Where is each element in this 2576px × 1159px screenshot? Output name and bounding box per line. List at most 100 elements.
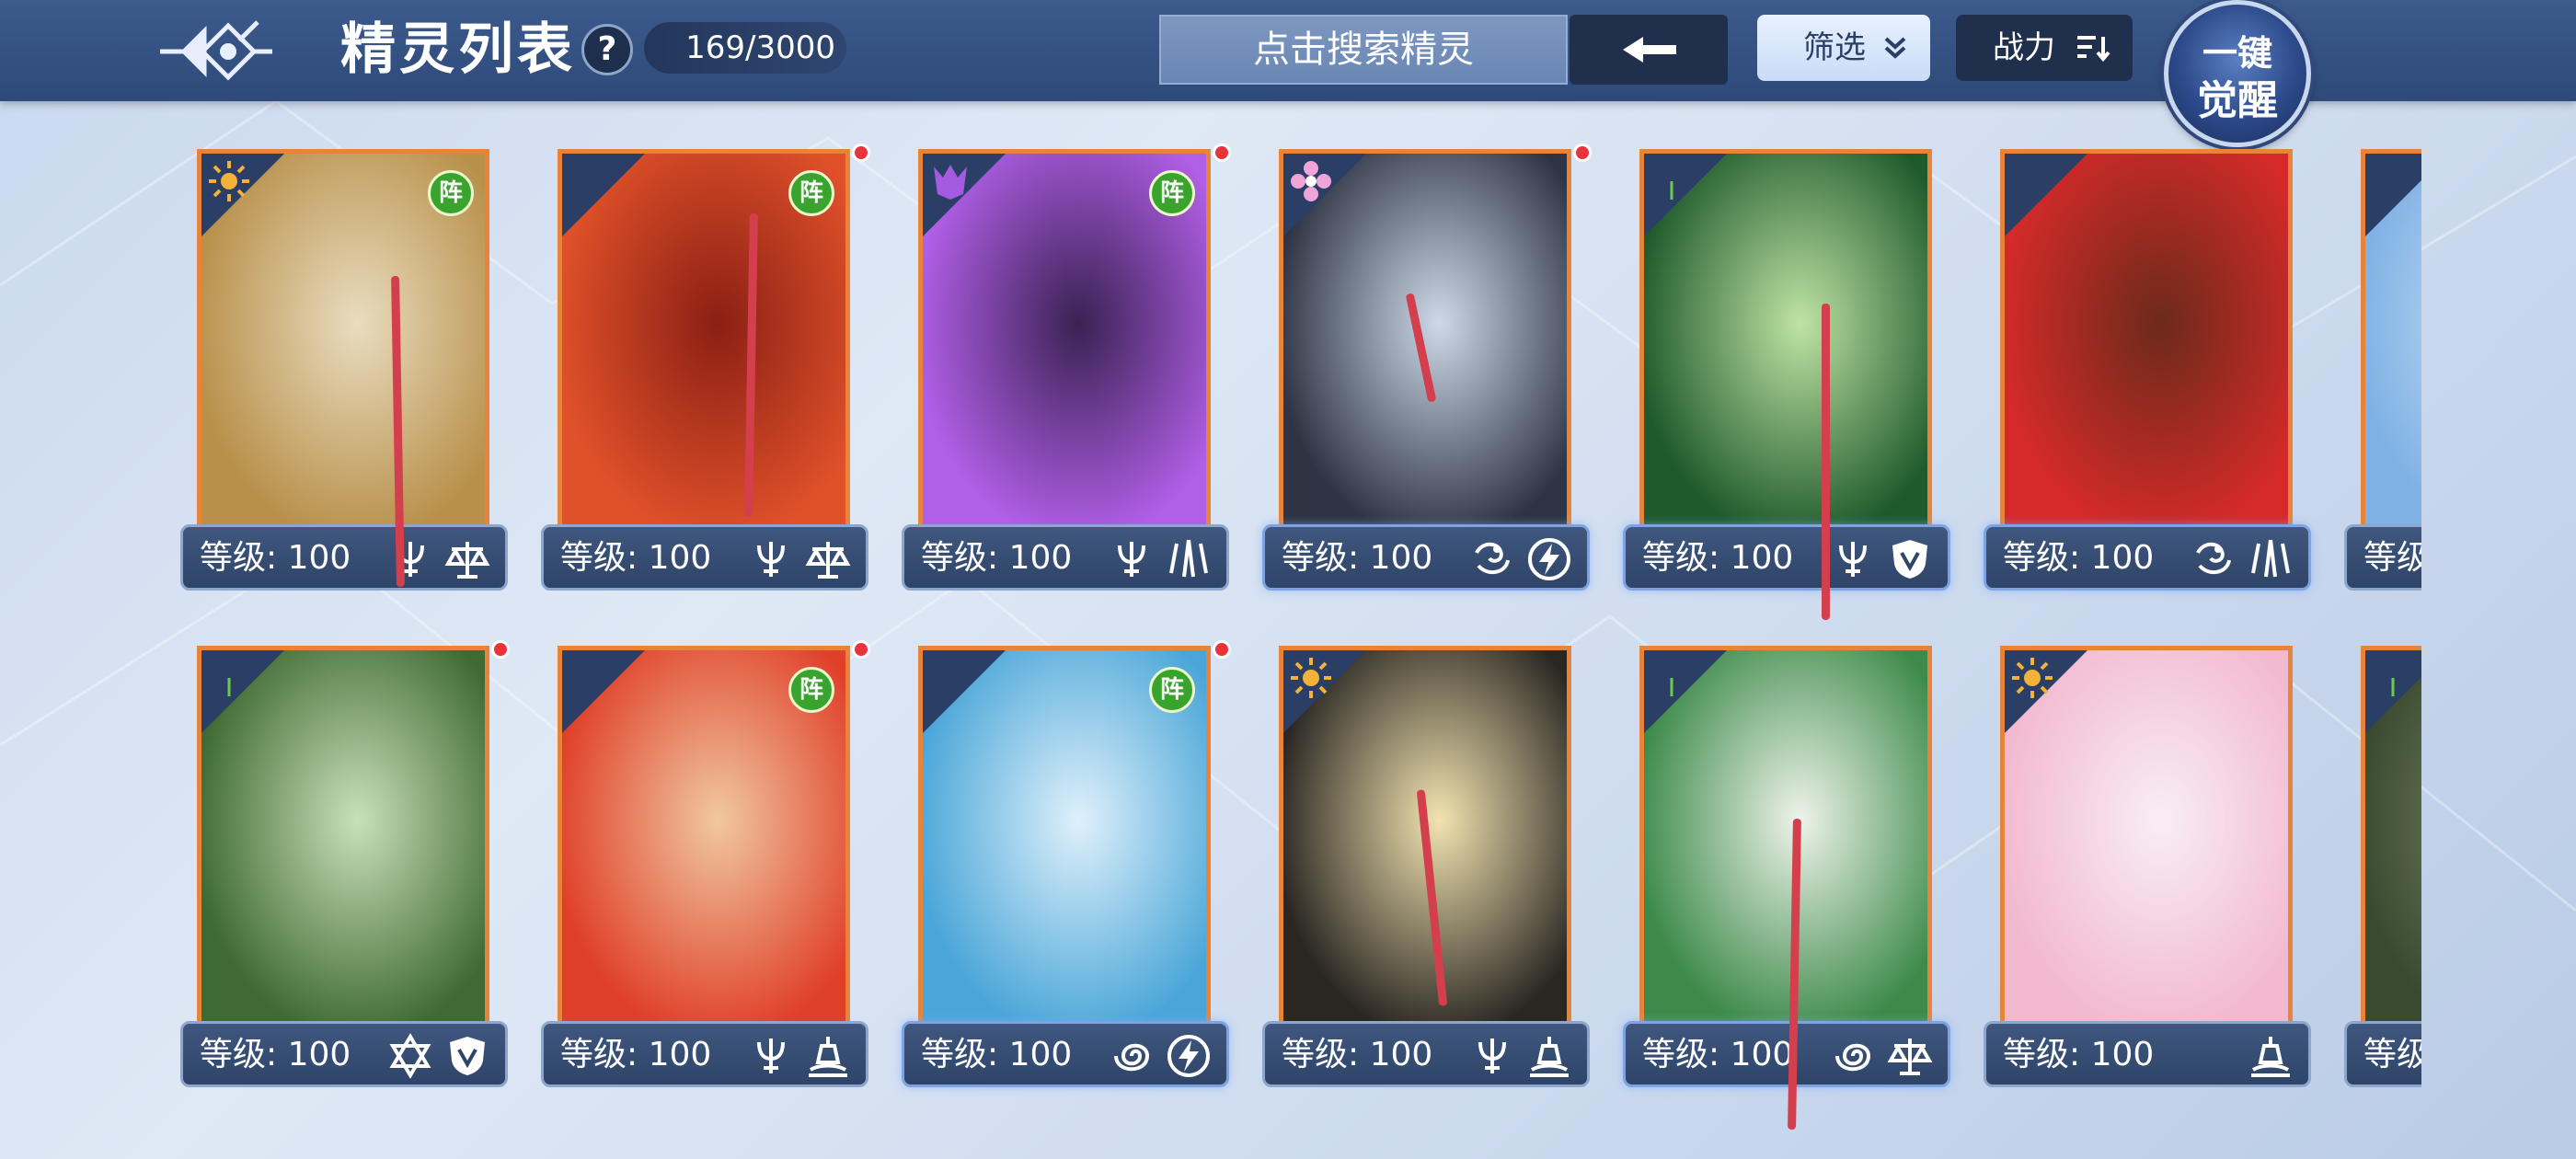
- dragon-icon: [2196, 542, 2231, 575]
- pet-level: 等级: 100: [921, 1036, 1073, 1073]
- sort-power-button[interactable]: 战力: [1956, 15, 2133, 81]
- leaf-icon: [1670, 181, 1673, 200]
- skill-icons: [748, 1033, 851, 1079]
- trident-icon: [397, 542, 424, 577]
- pet-portrait: [2000, 149, 2293, 535]
- search-input[interactable]: 点击搜索精灵: [1159, 15, 1568, 85]
- level-bar: 等级: 100: [1623, 524, 1950, 591]
- level-bar: 等级: 100: [1262, 1021, 1590, 1087]
- skill-icons: [387, 1033, 490, 1079]
- tower-icon: [1530, 1037, 1569, 1077]
- level-bar: 等级: [2344, 1021, 2421, 1087]
- pet-card[interactable]: 阵等级: 100: [902, 640, 1231, 1087]
- back-button[interactable]: [147, 13, 276, 90]
- skill-icons: [1109, 536, 1212, 582]
- light-icon: [1291, 658, 1331, 698]
- pet-level: 等级: 100: [200, 539, 351, 577]
- claw-icon: [1169, 539, 1208, 578]
- formation-badge: 阵: [788, 170, 834, 216]
- formation-badge: 阵: [788, 667, 834, 713]
- shield-icon: [450, 1037, 485, 1075]
- fire-icon: [568, 159, 612, 203]
- pet-portrait: [197, 646, 489, 1032]
- formation-badge: 阵: [1149, 667, 1195, 713]
- level-bar: 等级: 100: [1984, 1021, 2311, 1087]
- formation-badge: 阵: [1149, 170, 1195, 216]
- pet-portrait: 阵: [918, 149, 1211, 535]
- pet-card[interactable]: 阵等级: 100: [180, 149, 508, 591]
- pet-level: 等级: 100: [1642, 1036, 1794, 1073]
- bolt-icon: [1528, 538, 1570, 580]
- water-icon: [928, 656, 972, 700]
- pet-card[interactable]: 阵等级: 100: [541, 143, 870, 591]
- level-bar: 等级: 100: [180, 1021, 508, 1087]
- formation-badge: 阵: [428, 170, 474, 216]
- trident-icon: [1478, 1039, 1506, 1073]
- level-bar: 等级: 100: [180, 524, 508, 591]
- pet-level: 等级: 100: [1282, 1036, 1433, 1073]
- level-bar: 等级: 100: [1623, 1021, 1950, 1087]
- scale-icon: [805, 542, 851, 579]
- pet-card[interactable]: 阵等级: 100: [902, 143, 1231, 591]
- notification-dot: [852, 640, 870, 659]
- pet-level: 等级: 100: [2003, 539, 2155, 577]
- pet-level: 等级: 100: [2003, 1036, 2155, 1073]
- pet-portrait: [2361, 646, 2421, 1032]
- pet-card[interactable]: 等级: 100: [1623, 646, 1950, 1087]
- pet-card[interactable]: 等级: 100: [180, 640, 510, 1087]
- chevron-down-icon: [1884, 37, 1906, 59]
- pet-card[interactable]: 等级: 100: [1984, 149, 2311, 591]
- trident-icon: [1839, 542, 1867, 577]
- dragon-icon: [1475, 542, 1510, 575]
- pet-card[interactable]: 等级: 100: [1623, 149, 1950, 591]
- shield-icon: [1892, 540, 1927, 579]
- light-icon: [2012, 658, 2053, 698]
- pet-portrait: [2000, 646, 2293, 1032]
- skill-icons: [748, 536, 851, 582]
- pet-card[interactable]: 等级: [2344, 646, 2421, 1087]
- bolt-icon: [1167, 1035, 1210, 1077]
- skill-icons: [1109, 1033, 1212, 1079]
- tower-icon: [809, 1037, 847, 1077]
- trident-icon: [757, 1039, 785, 1073]
- leaf-icon: [1670, 678, 1673, 696]
- pet-portrait: 阵: [558, 149, 850, 535]
- pet-card[interactable]: 阵等级: 100: [541, 640, 870, 1087]
- level-bar: 等级: 100: [541, 1021, 868, 1087]
- notification-dot: [491, 640, 510, 659]
- pet-level: 等级: 100: [921, 539, 1073, 577]
- pet-level: 等级: [2363, 1036, 2421, 1073]
- back-icon: [160, 20, 272, 81]
- sort-icon: [2077, 36, 2110, 63]
- pet-portrait: [1639, 646, 1932, 1032]
- pet-portrait: [1639, 149, 1932, 535]
- arrow-left-icon: [1623, 37, 1676, 63]
- awaken-label-line2: 觉醒: [2197, 77, 2278, 124]
- hexagram-icon: [389, 1033, 431, 1079]
- pet-count: 169/3000: [644, 22, 846, 74]
- notification-dot: [852, 143, 870, 162]
- trident-icon: [1118, 542, 1145, 577]
- pet-card[interactable]: 等级: [2344, 149, 2421, 591]
- fire-icon: [2010, 159, 2054, 203]
- swirl-icon: [1835, 1043, 1871, 1072]
- water-icon: [2371, 159, 2415, 203]
- notification-dot: [1213, 640, 1231, 659]
- skill-icons: [1469, 536, 1572, 582]
- scale-icon: [444, 542, 490, 579]
- trident-icon: [757, 542, 785, 577]
- pet-portrait: 阵: [197, 149, 489, 535]
- filter-label: 筛选: [1803, 29, 1866, 66]
- pet-card[interactable]: 等级: 100: [1984, 646, 2311, 1087]
- swirl-icon: [1114, 1043, 1150, 1072]
- sort-label: 战力: [1993, 29, 2055, 66]
- filter-button[interactable]: 筛选: [1757, 15, 1930, 81]
- notification-dot: [1573, 143, 1592, 162]
- pet-portrait: 阵: [558, 646, 850, 1032]
- skill-icons: [1830, 536, 1933, 582]
- top-bar: 精灵列表 ? 169/3000 点击搜索精灵 筛选 战力 一键 觉醒: [0, 0, 2576, 147]
- clear-search-button[interactable]: [1570, 15, 1728, 85]
- help-button[interactable]: ?: [581, 24, 633, 75]
- annotation-line: [1822, 304, 1830, 620]
- one-key-awaken-button[interactable]: 一键 觉醒: [2164, 0, 2311, 147]
